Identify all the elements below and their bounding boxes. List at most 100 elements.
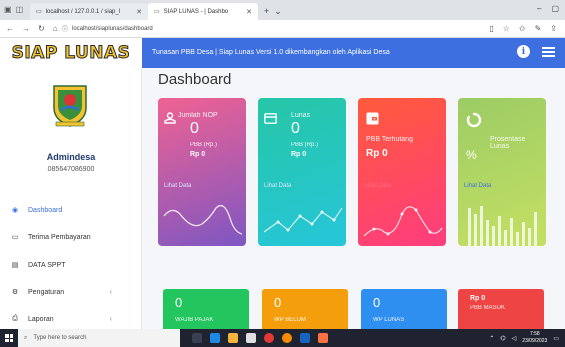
tab-actions-icon[interactable]: ◫ — [16, 5, 24, 14]
brand-logo[interactable]: SIAP LUNAS — [0, 38, 142, 68]
nav-buttons: ← → ↻ ⌂ — [0, 24, 62, 33]
stat-label: PBB MASUK — [470, 305, 506, 311]
reading-view-icon[interactable]: ▯ — [489, 24, 493, 33]
window-controls: – ▢ — [537, 4, 559, 13]
stat-label: WP BELUM — [274, 317, 306, 323]
info-icon[interactable]: i — [517, 45, 530, 58]
firefox-icon[interactable] — [282, 333, 292, 343]
taskbar-clock[interactable]: 7:58 23/09/2023 — [522, 331, 547, 345]
xampp-icon[interactable] — [318, 333, 328, 343]
chrome-icon[interactable] — [264, 333, 274, 343]
browser-tab-phpmyadmin[interactable]: ▭ localhost / 127.0.0.1 / siap_l ✕ — [30, 3, 148, 20]
card-count: 0 — [291, 120, 300, 137]
card-amount: Rp 0 — [190, 151, 206, 158]
sidebar-item-label: Dashboard — [28, 206, 63, 214]
browser-tab-siaplunas[interactable]: ▭ SIAP LUNAS - | Dashbo ✕ — [148, 3, 258, 20]
window-menu-icon[interactable]: ▣ — [4, 5, 12, 14]
search-icon: ⌕ — [24, 334, 28, 341]
browser-address-bar: ← → ↻ ⌂ ⓘ localhost/siaplunas/dashboard … — [0, 20, 565, 38]
new-tab-button[interactable]: + ⌄ — [258, 3, 288, 20]
system-tray: ⌃ ⌬ ◁ 7:58 23/09/2023 ▭ — [489, 331, 559, 345]
notes-icon[interactable]: ✎ — [535, 24, 542, 33]
page-icon: ▭ — [36, 9, 42, 15]
minimize-icon[interactable]: – — [537, 4, 541, 13]
refresh-icon[interactable]: ↻ — [38, 24, 45, 33]
page-title: Dashboard — [158, 71, 232, 88]
card-count: % — [466, 148, 477, 162]
search-placeholder: Type here to search — [33, 335, 87, 341]
stat-label: WAJIB PAJAK — [175, 317, 214, 323]
mail-icon[interactable] — [246, 333, 256, 343]
card-jumlah-nop: Jumlah NOP 0 PBB (Rp.) Rp 0 Lihat Data — [158, 98, 246, 246]
start-button[interactable] — [0, 329, 18, 347]
page-icon: ▭ — [154, 9, 160, 15]
forward-icon[interactable]: → — [22, 24, 30, 33]
sidebar-item-label: Terima Pembayaran — [28, 233, 91, 241]
card-lunas: Lunas 0 PBB (Rp.) Rp 0 Lihat Data — [258, 98, 346, 246]
header-marquee: Tunasan PBB Desa | Siap Lunas Versi 1.0 … — [152, 49, 390, 56]
card-label: Prosentase Lunas — [490, 136, 526, 150]
taskbar-search[interactable]: ⌕ Type here to search — [18, 329, 180, 347]
windows-taskbar: ⌕ Type here to search ⌃ ⌬ ◁ 7:58 23/09/2… — [0, 329, 565, 347]
wave-sparkline — [163, 204, 243, 235]
card-label: Lunas — [291, 112, 311, 119]
sidebar-item-label: Laporan — [28, 315, 54, 323]
bar-sparkline — [468, 206, 537, 246]
url-field[interactable]: ⓘ localhost/siaplunas/dashboard — [62, 24, 489, 34]
sidebar-item-pengaturan[interactable]: ⚙ Pengaturan ‹ — [0, 281, 142, 303]
close-tab-icon[interactable]: ✕ — [246, 8, 252, 16]
browser-tab-label: SIAP LUNAS - | Dashbo — [163, 8, 229, 15]
sidebar-item-dashboard[interactable]: ◉ Dashboard — [0, 199, 142, 221]
stat-value: Rp 0 — [470, 295, 486, 302]
card-count: 0 — [190, 120, 199, 137]
dot-sparkline — [363, 206, 443, 237]
file-explorer-icon[interactable] — [228, 333, 238, 343]
favorite-icon[interactable]: ☆ — [503, 24, 510, 33]
card-icon — [264, 113, 277, 124]
village-emblem-icon — [53, 85, 87, 127]
share-icon[interactable]: ⇪ — [550, 24, 557, 33]
card-prosentase-lunas: Prosentase Lunas % Lihat Data — [458, 98, 546, 246]
sidebar-item-label: DATA SPPT — [28, 261, 66, 269]
word-icon[interactable] — [300, 333, 310, 343]
sidebar-item-data-sppt[interactable]: ▤ DATA SPPT — [0, 254, 142, 276]
volume-icon[interactable]: ◁ — [512, 335, 517, 342]
stat-value: 0 — [175, 295, 183, 310]
card-amount: Rp 0 — [291, 151, 307, 158]
lihat-data-link[interactable]: Lihat Data — [164, 183, 191, 189]
maximize-icon[interactable]: ▢ — [551, 4, 559, 13]
app-header: SIAP LUNAS Tunasan PBB Desa | Siap Lunas… — [0, 38, 565, 68]
dashboard-icon: ◉ — [11, 207, 19, 214]
lihat-data-link[interactable]: Lihat Data — [364, 183, 391, 189]
user-icon — [164, 112, 176, 124]
tray-chevron-icon[interactable]: ⌃ — [489, 335, 494, 342]
stat-wp-lunas: 0 WP LUNAS — [361, 289, 447, 331]
print-icon: ⎙ — [12, 315, 18, 322]
lihat-data-link[interactable]: Lihat Data — [464, 183, 491, 189]
task-view-icon[interactable] — [192, 333, 202, 343]
notifications-icon[interactable]: ▭ — [553, 335, 559, 342]
user-name: Admindesa — [46, 152, 96, 162]
sidebar-item-terima-pembayaran[interactable]: ▭ Terima Pembayaran — [0, 226, 142, 248]
stat-value: 0 — [373, 295, 381, 310]
sidebar-item-laporan[interactable]: ⎙ Laporan ‹ — [0, 308, 142, 330]
card-label: PBB Terhutang — [366, 136, 413, 143]
taskbar-apps — [180, 333, 328, 343]
card-amount: Rp 0 — [366, 148, 388, 159]
sidebar: Admindesa 085647086900 ◉ Dashboard ▭ Ter… — [0, 68, 142, 329]
circle-notch-icon — [466, 112, 482, 128]
network-icon[interactable]: ⌬ — [500, 335, 505, 342]
back-icon[interactable]: ← — [6, 24, 14, 33]
hamburger-menu-icon[interactable] — [542, 46, 555, 57]
line-sparkline — [263, 207, 343, 233]
home-icon[interactable]: ⌂ — [53, 24, 58, 33]
browser-tabbar: ▣ ◫ ▭ localhost / 127.0.0.1 / siap_l ✕ ▭… — [0, 0, 565, 20]
favorites-list-icon[interactable]: ✩ — [519, 24, 526, 33]
lihat-data-link[interactable]: Lihat Data — [264, 183, 291, 189]
address-bar-actions: ▯ ☆ ✩ ✎ ⇪ — [489, 24, 565, 33]
close-tab-icon[interactable]: ✕ — [136, 8, 142, 16]
windows-logo-icon — [5, 334, 13, 342]
browser-tab-label: localhost / 127.0.0.1 / siap_l — [45, 8, 121, 15]
sidebar-item-label: Pengaturan — [28, 288, 65, 296]
edge-icon[interactable] — [210, 333, 220, 343]
